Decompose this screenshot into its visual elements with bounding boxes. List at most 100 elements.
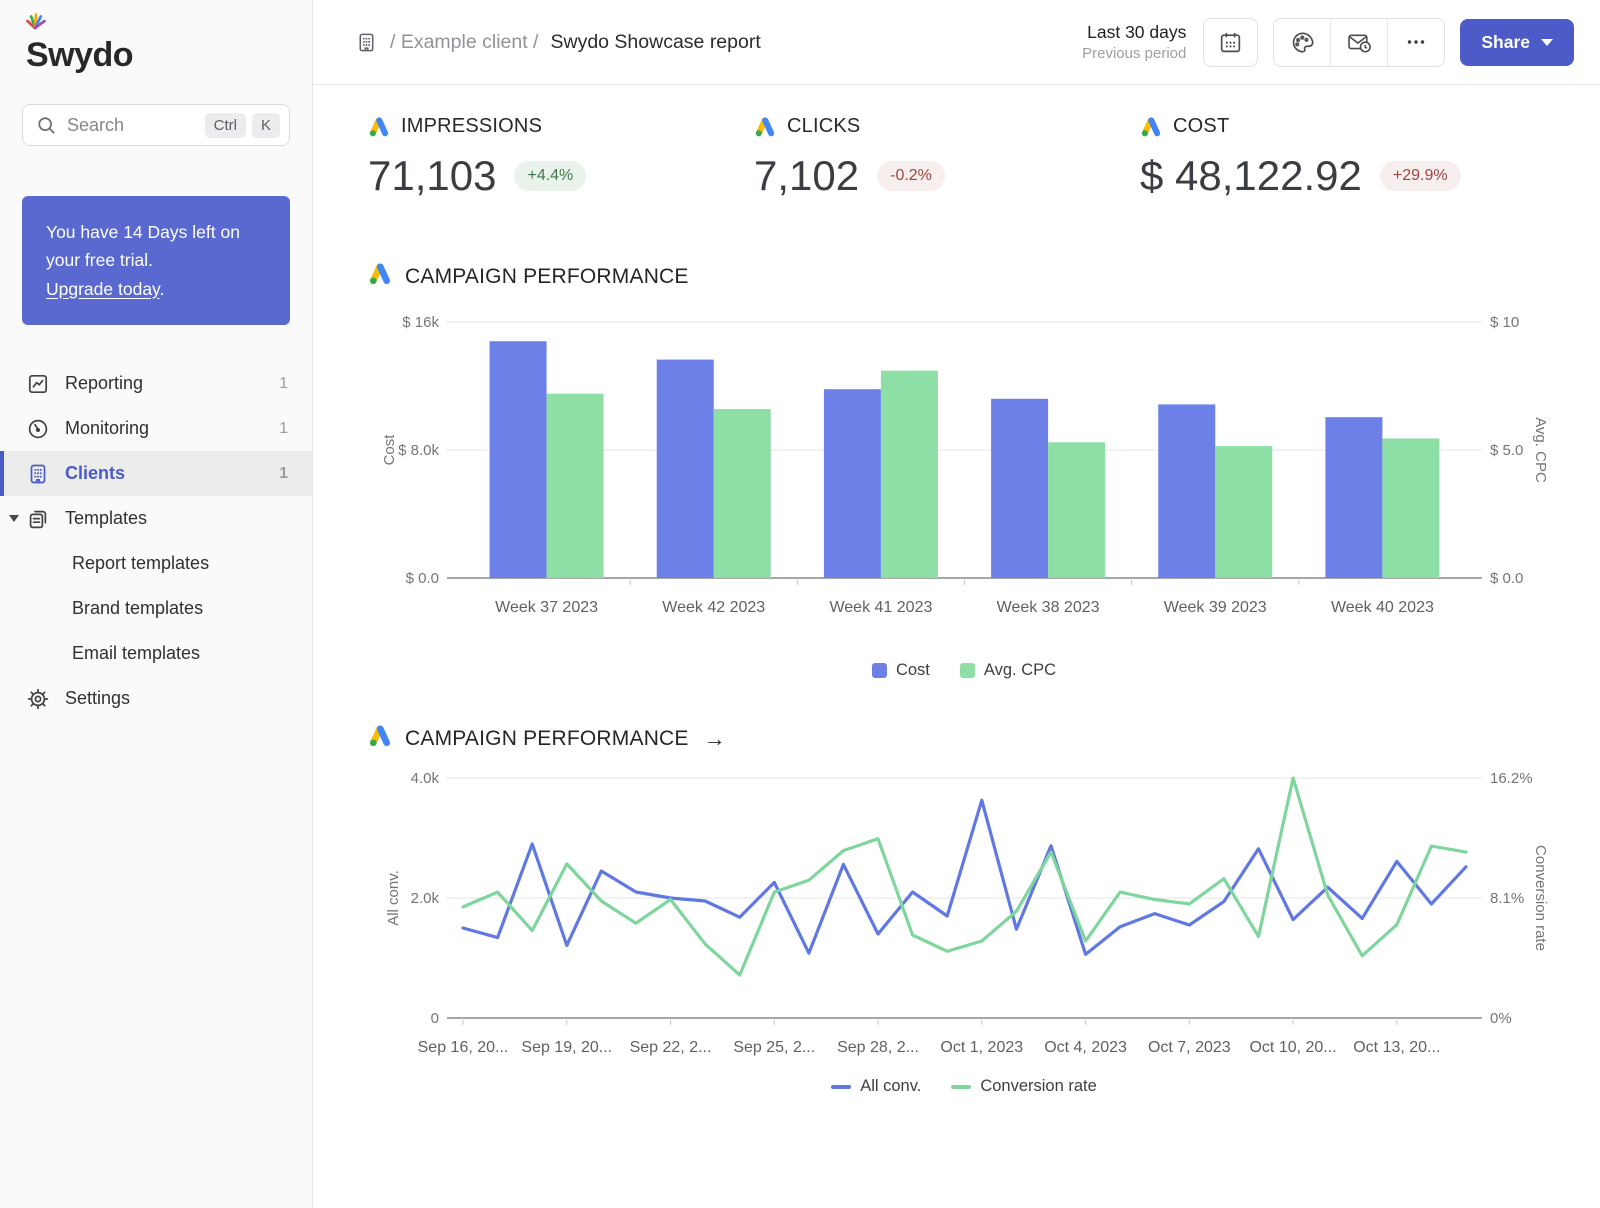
svg-text:Conversion rate: Conversion rate [1532, 845, 1549, 951]
sidebar: Swydo Search Ctrl K You have 14 Days lef… [0, 0, 313, 1208]
chart-legend: CostAvg. CPC [368, 661, 1560, 680]
svg-text:$ 8.0k: $ 8.0k [398, 442, 439, 459]
sidebar-nav: Reporting1Monitoring1Clients1TemplatesRe… [0, 361, 312, 721]
kpi-label: CLICKS [787, 115, 860, 138]
kpi-label: COST [1173, 115, 1229, 138]
sidebar-item-settings[interactable]: Settings [0, 676, 312, 721]
google-ads-icon [368, 116, 390, 138]
date-range-compare: Previous period [1082, 44, 1186, 64]
svg-text:Week 42 2023: Week 42 2023 [662, 599, 765, 616]
trial-text: You have 14 Days left on your free trial… [46, 222, 240, 270]
kpi-delta-badge: +29.9% [1380, 161, 1461, 191]
share-button[interactable]: Share [1460, 19, 1574, 66]
bar-chart-canvas: $ 16k$ 8.0k$ 0.0$ 10$ 5.0$ 0.0CostAvg. C… [368, 296, 1558, 648]
search-icon [36, 115, 57, 136]
svg-text:Oct 4, 2023: Oct 4, 2023 [1044, 1039, 1127, 1056]
kpi-value: $ 48,122.92 [1140, 152, 1362, 200]
sidebar-item-label: Reporting [65, 373, 143, 394]
reporting-icon [26, 372, 50, 396]
sidebar-item-clients[interactable]: Clients1 [0, 451, 312, 496]
report-tools-group [1273, 18, 1445, 67]
breadcrumb-client[interactable]: / Example client / [390, 31, 538, 54]
trial-banner: You have 14 Days left on your free trial… [22, 196, 290, 325]
sidebar-item-email-templates[interactable]: Email templates [0, 631, 312, 676]
breadcrumb: / Example client / Swydo Showcase report [355, 31, 761, 54]
campaign-performance-line-chart: 4.0k2.0k016.2%8.1%0%All conv.Conversion … [368, 758, 1560, 1096]
breadcrumb-report-title: Swydo Showcase report [550, 31, 760, 54]
date-range-value: Last 30 days [1082, 21, 1186, 44]
sidebar-item-reporting[interactable]: Reporting 1 [0, 361, 312, 406]
report-header: / Example client / Swydo Showcase report… [313, 0, 1600, 85]
swydo-logo[interactable]: Swydo [0, 0, 312, 84]
client-building-icon [355, 31, 378, 54]
svg-text:8.1%: 8.1% [1490, 890, 1524, 907]
svg-text:$ 5.0: $ 5.0 [1490, 442, 1523, 459]
logo-spark-icon [24, 10, 48, 32]
kpi-impressions: IMPRESSIONS71,103+4.4% [368, 115, 754, 200]
kpi-delta-badge: +4.4% [514, 161, 586, 191]
mail-schedule-icon [1346, 29, 1372, 55]
search-input[interactable]: Search Ctrl K [22, 104, 290, 146]
google-ads-icon [368, 262, 392, 292]
svg-text:Avg. CPC: Avg. CPC [1532, 417, 1549, 483]
svg-text:Sep 16, 20...: Sep 16, 20... [418, 1039, 509, 1056]
svg-text:Sep 28, 2...: Sep 28, 2... [837, 1039, 919, 1056]
legend-item-cost: Cost [872, 661, 930, 680]
svg-text:0: 0 [431, 1010, 439, 1027]
sidebar-item-label: Settings [65, 688, 130, 709]
section-link-arrow-icon[interactable]: → [704, 726, 726, 752]
report-content: IMPRESSIONS71,103+4.4%CLICKS7,102-0.2% CO… [313, 85, 1600, 1096]
templates-icon [26, 507, 50, 531]
key-ctrl: Ctrl [205, 113, 246, 138]
line-chart-canvas: 4.0k2.0k016.2%8.1%0%All conv.Conversion … [368, 758, 1558, 1064]
campaign-performance-bar-chart: $ 16k$ 8.0k$ 0.0$ 10$ 5.0$ 0.0CostAvg. C… [368, 296, 1560, 680]
sidebar-item-count: 1 [279, 465, 288, 483]
sidebar-item-label: Templates [65, 508, 147, 529]
legend-item-conversion-rate: Conversion rate [951, 1077, 1096, 1096]
svg-text:Oct 1, 2023: Oct 1, 2023 [940, 1039, 1023, 1056]
svg-text:Cost: Cost [381, 434, 398, 466]
more-options-button[interactable] [1387, 19, 1444, 66]
calendar-button[interactable] [1203, 18, 1258, 67]
chevron-down-icon[interactable] [9, 515, 19, 522]
calendar-icon [1218, 30, 1243, 55]
sidebar-item-label: Monitoring [65, 418, 149, 439]
sidebar-item-count: 1 [279, 420, 288, 438]
svg-text:$ 16k: $ 16k [402, 314, 439, 331]
header-actions: Last 30 days Previous period [1082, 18, 1574, 67]
theme-button[interactable] [1274, 19, 1330, 66]
logo-wordmark: Swydo [26, 36, 312, 75]
svg-text:$ 0.0: $ 0.0 [406, 570, 439, 587]
sidebar-item-brand-templates[interactable]: Brand templates [0, 586, 312, 631]
kpi-clicks: CLICKS7,102-0.2% [754, 115, 1140, 200]
key-k: K [252, 113, 280, 138]
svg-text:$ 10: $ 10 [1490, 314, 1519, 331]
sidebar-item-count: 1 [279, 375, 288, 393]
svg-text:0%: 0% [1490, 1010, 1512, 1027]
svg-text:4.0k: 4.0k [411, 770, 440, 787]
section-title-campaign-performance-2: CAMPAIGN PERFORMANCE → [368, 724, 1560, 754]
chart-legend: All conv. Conversion rate [368, 1077, 1560, 1096]
google-ads-icon [1140, 116, 1162, 138]
kpi-row: IMPRESSIONS71,103+4.4%CLICKS7,102-0.2% CO… [368, 115, 1560, 200]
main-area: / Example client / Swydo Showcase report… [313, 0, 1600, 1208]
search-shortcut: Ctrl K [199, 113, 280, 138]
google-ads-icon [368, 724, 392, 754]
monitoring-icon [26, 417, 50, 441]
upgrade-link[interactable]: Upgrade today [46, 279, 160, 299]
date-range-selector[interactable]: Last 30 days Previous period [1082, 21, 1186, 63]
kpi-label: IMPRESSIONS [401, 115, 542, 138]
svg-text:Oct 10, 20...: Oct 10, 20... [1249, 1039, 1336, 1056]
sidebar-item-report-templates[interactable]: Report templates [0, 541, 312, 586]
kpi-delta-badge: -0.2% [877, 161, 945, 191]
svg-text:Week 40 2023: Week 40 2023 [1331, 599, 1434, 616]
share-caret-icon [1541, 39, 1553, 46]
legend-item-all-conv-: All conv. [831, 1077, 921, 1096]
sidebar-item-monitoring[interactable]: Monitoring 1 [0, 406, 312, 451]
svg-text:Oct 13, 20...: Oct 13, 20... [1353, 1039, 1440, 1056]
svg-text:Week 38 2023: Week 38 2023 [997, 599, 1100, 616]
app-root: Swydo Search Ctrl K You have 14 Days lef… [0, 0, 1600, 1208]
svg-text:Sep 25, 2...: Sep 25, 2... [733, 1039, 815, 1056]
schedule-email-button[interactable] [1330, 19, 1387, 66]
sidebar-item-templates[interactable]: Templates [0, 496, 312, 541]
